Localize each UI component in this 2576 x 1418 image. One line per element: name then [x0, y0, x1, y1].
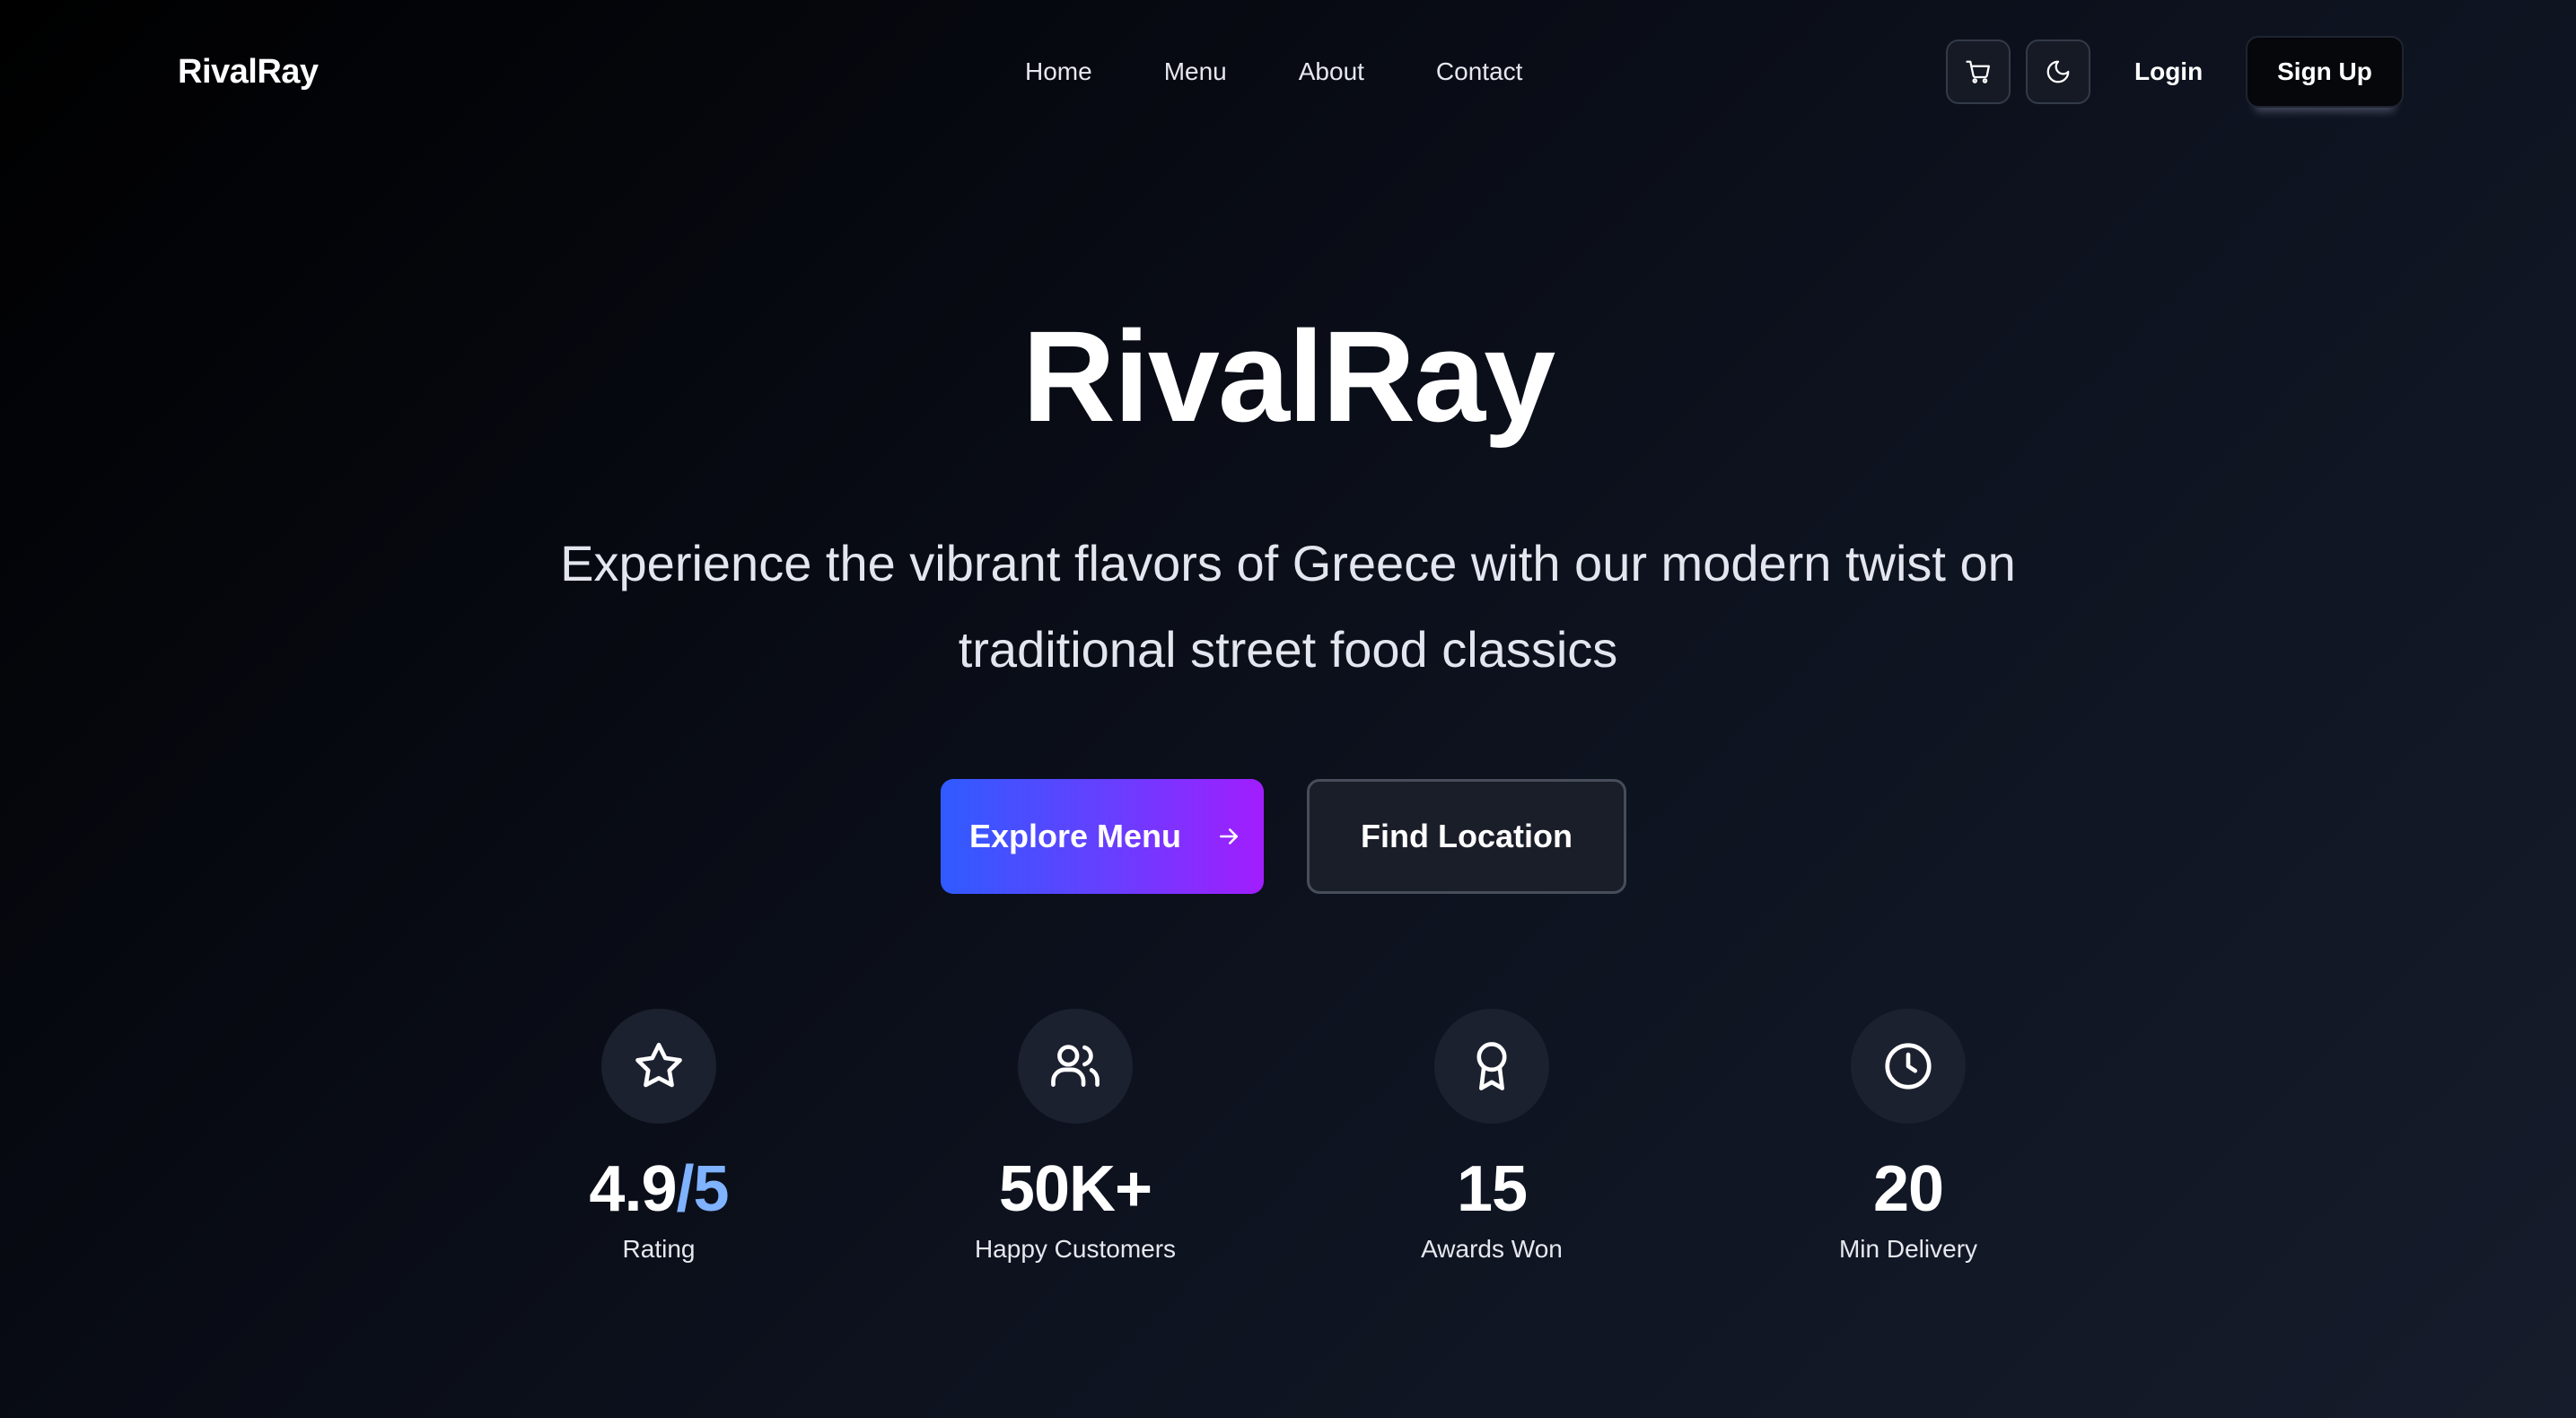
shopping-cart-icon: [1966, 60, 1990, 83]
find-location-button[interactable]: Find Location: [1307, 779, 1626, 894]
stat-icon-circle: [1851, 1009, 1966, 1124]
stat-value-main: 4.9: [589, 1153, 677, 1225]
nav-link-about[interactable]: About: [1299, 52, 1364, 92]
hero-subtitle: Experience the vibrant flavors of Greece…: [560, 535, 2016, 678]
login-button[interactable]: Login: [2134, 52, 2203, 92]
explore-menu-label: Explore Menu: [969, 818, 1182, 854]
signup-button[interactable]: Sign Up: [2246, 36, 2404, 108]
stat-icon-circle: [1434, 1009, 1549, 1124]
nav-links: Home Menu About Contact: [1025, 52, 1522, 92]
nav-link-menu[interactable]: Menu: [1164, 52, 1227, 92]
stat-value: 20: [1729, 1149, 2088, 1230]
cart-button[interactable]: [1946, 39, 2011, 104]
stat-icon-circle: [1018, 1009, 1133, 1124]
stat-value: 4.9/5: [479, 1149, 838, 1230]
stat-awards: 15 Awards Won: [1312, 1009, 1671, 1267]
moon-icon: [2046, 60, 2070, 83]
stat-rating: 4.9/5 Rating: [479, 1009, 838, 1267]
top-navigation: RivalRay Home Menu About Contact Login S…: [0, 0, 2576, 144]
stat-label: Happy Customers: [974, 1235, 1177, 1263]
stat-label: Awards Won: [1421, 1235, 1563, 1263]
award-icon: [1476, 1042, 1507, 1090]
stat-value: 50K+: [896, 1149, 1255, 1230]
brand-logo[interactable]: RivalRay: [178, 49, 319, 94]
users-icon: [1051, 1045, 1100, 1087]
star-icon: [635, 1042, 682, 1088]
stat-value-main: 20: [1872, 1153, 1944, 1225]
hero-title: RivalRay: [1021, 304, 1555, 449]
stat-icon-circle: [601, 1009, 716, 1124]
stat-value-main: 50K+: [998, 1153, 1152, 1225]
clock-icon: [1885, 1043, 1932, 1090]
nav-link-home[interactable]: Home: [1025, 52, 1092, 92]
stat-label: Rating: [622, 1235, 696, 1263]
theme-toggle-button[interactable]: [2026, 39, 2090, 104]
stat-value: 15: [1312, 1149, 1671, 1230]
stat-value-main: 15: [1456, 1153, 1528, 1225]
arrow-right-icon: [1220, 828, 1239, 845]
stat-label: Min Delivery: [1838, 1235, 1978, 1263]
stat-customers: 50K+ Happy Customers: [896, 1009, 1255, 1267]
explore-menu-button[interactable]: Explore Menu: [941, 779, 1264, 894]
nav-link-contact[interactable]: Contact: [1436, 52, 1523, 92]
stat-delivery: 20 Min Delivery: [1729, 1009, 2088, 1267]
stat-value-accent: /5: [676, 1153, 730, 1225]
